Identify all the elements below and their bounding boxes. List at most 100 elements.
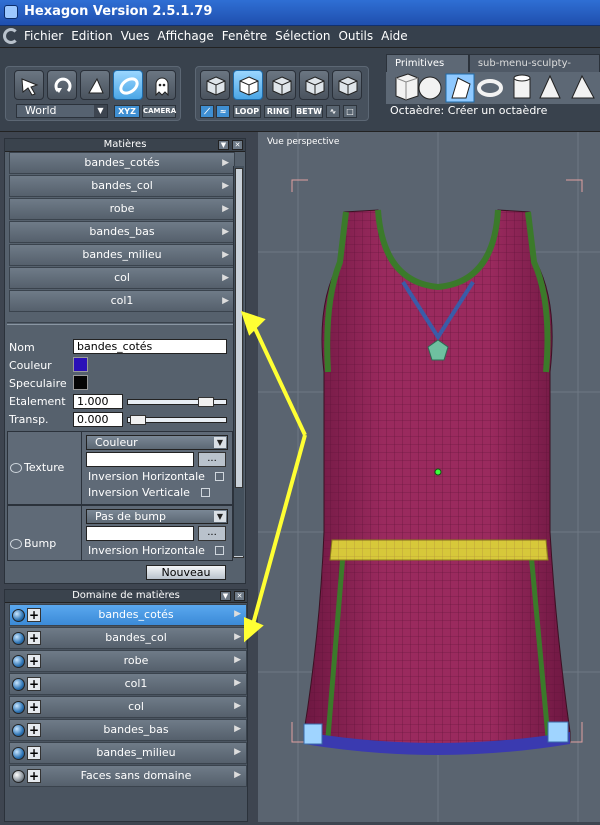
texture-inv-v-checkbox[interactable]: [201, 488, 210, 497]
etalement-label: Etalement: [9, 395, 66, 408]
material-item[interactable]: bandes_col ▶: [9, 175, 235, 197]
select-face-button[interactable]: [299, 70, 329, 100]
bump-map-icon: [10, 539, 22, 549]
domain-item[interactable]: + bandes_milieu ▶: [9, 742, 247, 764]
panel-menu-icon[interactable]: ▼: [218, 140, 229, 150]
paint-select-icon[interactable]: ≈: [216, 105, 230, 118]
menu-affichage[interactable]: Affichage: [157, 29, 213, 43]
arrow-right-icon: ▶: [222, 204, 229, 214]
octahedron-primitive-icon[interactable]: [445, 73, 475, 103]
material-name-input[interactable]: bandes_cotés: [73, 339, 227, 354]
arrow-right-icon: ▶: [234, 747, 241, 757]
material-item[interactable]: bandes_bas ▶: [9, 221, 235, 243]
etalement-input[interactable]: 1.000: [73, 394, 123, 409]
add-icon[interactable]: +: [27, 654, 41, 668]
tab-sculpty-prim[interactable]: sub-menu-sculpty-prim: [468, 54, 600, 86]
add-icon[interactable]: +: [27, 677, 41, 691]
cylinder-primitive-icon[interactable]: [513, 74, 531, 99]
new-material-button[interactable]: Nouveau: [146, 565, 226, 580]
material-item[interactable]: bandes_cotés ▶: [9, 152, 235, 174]
add-icon[interactable]: +: [27, 700, 41, 714]
domain-item[interactable]: + Faces sans domaine ▶: [9, 765, 247, 787]
menu-selection[interactable]: Sélection: [275, 29, 330, 43]
scale-icon: [88, 77, 104, 94]
add-icon[interactable]: +: [27, 723, 41, 737]
domain-item[interactable]: + robe ▶: [9, 650, 247, 672]
cone-primitive-icon[interactable]: [539, 74, 561, 99]
panel-menu-icon[interactable]: ▼: [220, 591, 231, 601]
material-item[interactable]: col ▶: [9, 267, 235, 289]
loop-button[interactable]: LOOP: [233, 105, 261, 118]
domain-item[interactable]: + bandes_cotés ▶: [9, 604, 247, 626]
xyz-button[interactable]: XYZ: [114, 105, 140, 118]
texture-select[interactable]: Couleur ▼: [86, 435, 228, 450]
select-object-button[interactable]: [200, 70, 230, 100]
transp-label: Transp.: [9, 413, 49, 426]
material-item[interactable]: robe ▶: [9, 198, 235, 220]
between-button[interactable]: BETW: [295, 105, 323, 118]
slider-thumb[interactable]: [130, 415, 146, 425]
ghost-tool-button[interactable]: [146, 70, 176, 100]
domain-item[interactable]: + bandes_bas ▶: [9, 719, 247, 741]
tab-primitives-3d[interactable]: Primitives 3D: [386, 54, 469, 86]
add-icon[interactable]: +: [27, 631, 41, 645]
domain-item[interactable]: + col1 ▶: [9, 673, 247, 695]
scrollbar-thumb[interactable]: [235, 168, 243, 488]
bump-label: Bump: [24, 537, 57, 550]
materials-scrollbar[interactable]: [233, 166, 244, 556]
texture-file-input[interactable]: [86, 452, 194, 467]
magnet-select-icon[interactable]: ∿: [326, 105, 340, 118]
cube-primitive-icon[interactable]: [395, 73, 419, 101]
close-icon[interactable]: ✕: [234, 591, 245, 601]
pyramid-primitive-icon[interactable]: [571, 74, 595, 99]
select-point-button[interactable]: [233, 70, 263, 100]
bump-select[interactable]: Pas de bump ▼: [86, 509, 228, 524]
bump-inv-h-checkbox[interactable]: [215, 546, 224, 555]
lasso-select-icon[interactable]: ⟋: [200, 105, 214, 118]
splitter[interactable]: [7, 322, 233, 325]
add-icon[interactable]: +: [27, 769, 41, 783]
select-arrow-tool-button[interactable]: [14, 70, 44, 100]
menu-vues[interactable]: Vues: [121, 29, 150, 43]
arrow-right-icon: ▶: [234, 770, 241, 780]
browse-texture-button[interactable]: ...: [198, 452, 226, 467]
close-icon[interactable]: ✕: [232, 140, 243, 150]
domain-item[interactable]: + col ▶: [9, 696, 247, 718]
menu-fichier[interactable]: Fichier: [24, 29, 63, 43]
arrow-right-icon: ▶: [234, 632, 241, 642]
color-swatch[interactable]: [73, 357, 88, 372]
browse-bump-button[interactable]: ...: [198, 526, 226, 541]
select-edge-button[interactable]: [266, 70, 296, 100]
specular-swatch[interactable]: [73, 375, 88, 390]
coordinate-system-select[interactable]: World ▼: [16, 104, 108, 118]
select-auto-button[interactable]: [332, 70, 362, 100]
hexagon-logo-icon[interactable]: [3, 28, 19, 44]
material-item[interactable]: col1 ▶: [9, 290, 235, 312]
sphere-primitive-icon[interactable]: [418, 76, 442, 100]
menu-fenetre[interactable]: Fenêtre: [222, 29, 267, 43]
camera-button[interactable]: CAMERA: [142, 105, 176, 118]
slider-thumb[interactable]: [198, 397, 214, 407]
universal-manipulator-button[interactable]: [113, 70, 143, 100]
domain-item[interactable]: + bandes_col ▶: [9, 627, 247, 649]
scale-tool-button[interactable]: [80, 70, 110, 100]
dress-model[interactable]: [303, 209, 571, 755]
ring-button[interactable]: RING: [264, 105, 292, 118]
frame-select-icon[interactable]: □: [343, 105, 357, 118]
menu-edition[interactable]: Edition: [71, 29, 113, 43]
rotate-tool-button[interactable]: [47, 70, 77, 100]
menu-outils[interactable]: Outils: [338, 29, 373, 43]
bump-select-value: Pas de bump: [95, 510, 167, 523]
texture-inv-h-checkbox[interactable]: [215, 472, 224, 481]
add-icon[interactable]: +: [27, 746, 41, 760]
transp-slider[interactable]: [127, 415, 227, 425]
3d-viewport[interactable]: [258, 132, 600, 822]
material-item[interactable]: bandes_milieu ▶: [9, 244, 235, 266]
menu-aide[interactable]: Aide: [381, 29, 408, 43]
transp-input[interactable]: 0.000: [73, 412, 123, 427]
torus-primitive-icon[interactable]: [477, 79, 503, 97]
bump-file-input[interactable]: [86, 526, 194, 541]
etalement-slider[interactable]: [127, 397, 227, 407]
arrow-right-icon: ▶: [222, 158, 229, 168]
add-icon[interactable]: +: [27, 608, 41, 622]
